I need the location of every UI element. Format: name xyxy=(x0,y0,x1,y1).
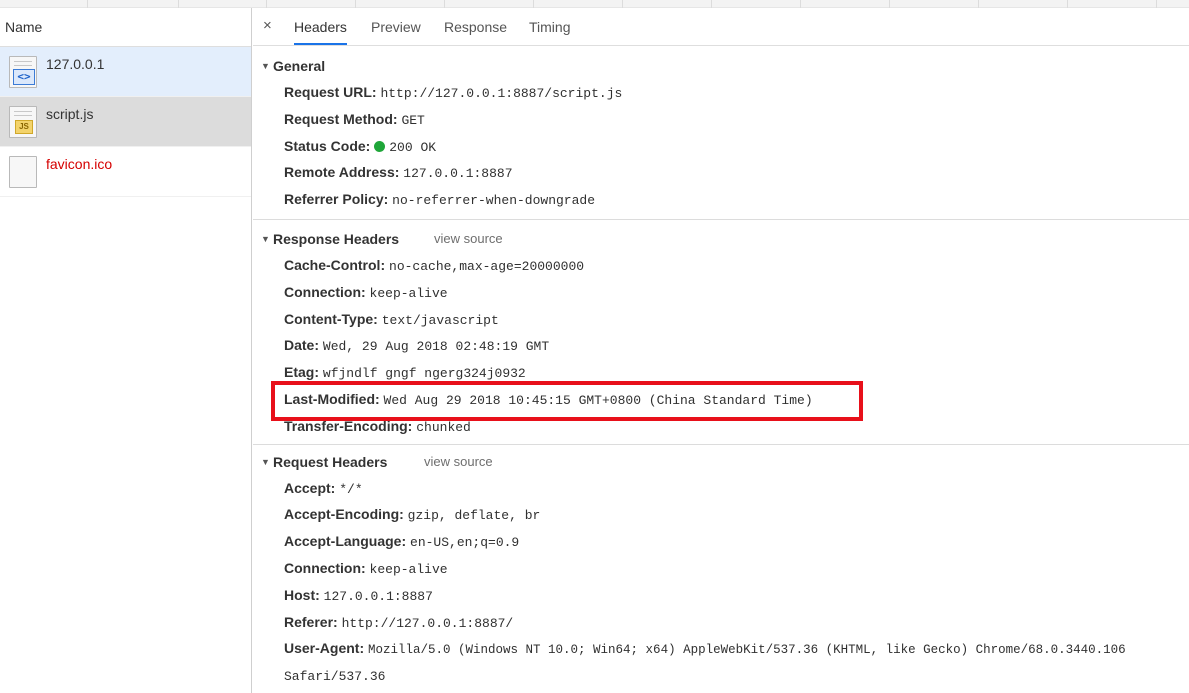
header-row: Remote Address: 127.0.0.1:8887 xyxy=(284,164,513,182)
section-title: General xyxy=(273,58,326,74)
timeline-strip xyxy=(0,0,1189,8)
details-tabbar: × Headers Preview Response Timing xyxy=(253,8,1189,46)
header-row: Connection: keep-alive xyxy=(284,559,448,577)
view-source-link[interactable]: view source xyxy=(424,449,493,475)
script-icon: JS xyxy=(9,106,37,138)
request-row-script[interactable]: JS script.js xyxy=(0,97,251,147)
tab-preview[interactable]: Preview xyxy=(371,8,421,45)
collapse-triangle-icon: ▼ xyxy=(261,456,270,467)
header-row: Accept-Encoding: gzip, deflate, br xyxy=(284,506,541,524)
section-title: Request Headers xyxy=(273,453,388,470)
header-row: Referrer Policy: no-referrer-when-downgr… xyxy=(284,191,596,209)
request-name: favicon.ico xyxy=(46,156,113,172)
status-ok-icon xyxy=(374,140,386,152)
name-column-header[interactable]: Name xyxy=(0,8,251,47)
header-row-last-modified: Last-Modified: Wed Aug 29 2018 10:45:15 … xyxy=(284,390,813,408)
view-source-link[interactable]: view source xyxy=(434,226,503,252)
document-icon: <> xyxy=(9,56,37,88)
tab-timing[interactable]: Timing xyxy=(529,8,571,45)
request-list-panel: Name <> 127.0.0.1 JS script.js favicon.i… xyxy=(0,8,252,693)
header-row: Host: 127.0.0.1:8887 xyxy=(284,586,433,604)
request-name: script.js xyxy=(46,106,94,122)
tab-headers[interactable]: Headers xyxy=(294,8,347,45)
collapse-triangle-icon: ▼ xyxy=(261,233,270,244)
header-row: Referer: http://127.0.0.1:8887/ xyxy=(284,613,514,631)
request-details-panel: × Headers Preview Response Timing ▼ Gene… xyxy=(253,8,1189,693)
request-row-favicon[interactable]: favicon.ico xyxy=(0,147,251,197)
header-row: Status Code: 200 OK xyxy=(284,137,437,155)
general-section-toggle[interactable]: ▼ General xyxy=(253,53,1189,79)
request-name: 127.0.0.1 xyxy=(46,56,105,72)
header-row: Cache-Control: no-cache,max-age=20000000 xyxy=(284,256,585,274)
header-row: Accept: */* xyxy=(284,479,363,497)
file-icon xyxy=(9,156,37,188)
request-headers-section: ▼ Request Headers view source Accept: */… xyxy=(253,445,1189,689)
header-row: Transfer-Encoding: chunked xyxy=(284,417,471,435)
collapse-triangle-icon: ▼ xyxy=(261,61,270,71)
header-row: Request URL: http://127.0.0.1:8887/scrip… xyxy=(284,84,623,101)
response-headers-section: ▼ Response Headers view source Cache-Con… xyxy=(253,220,1189,445)
tab-response[interactable]: Response xyxy=(444,8,507,45)
header-row: Date: Wed, 29 Aug 2018 02:48:19 GMT xyxy=(284,337,550,355)
request-row-document[interactable]: <> 127.0.0.1 xyxy=(0,47,251,97)
request-headers-toggle[interactable]: ▼ Request Headers view source xyxy=(253,449,1189,475)
header-row: Request Method: GET xyxy=(284,110,425,128)
header-row: Etag: wfjndlf gngf ngerg324j0932 xyxy=(284,364,526,382)
header-row: User-Agent: Mozilla/5.0 (Windows NT 10.0… xyxy=(284,640,1126,658)
header-row-continuation: Safari/537.36 xyxy=(284,669,386,685)
header-row: Accept-Language: en-US,en;q=0.9 xyxy=(284,533,520,551)
section-title: Response Headers xyxy=(273,230,400,247)
close-icon[interactable]: × xyxy=(263,18,275,33)
header-row: Content-Type: text/javascript xyxy=(284,310,499,328)
response-headers-toggle[interactable]: ▼ Response Headers view source xyxy=(253,226,1189,252)
header-row: Connection: keep-alive xyxy=(284,283,448,301)
general-section: ▼ General Request URL: http://127.0.0.1:… xyxy=(253,46,1189,220)
